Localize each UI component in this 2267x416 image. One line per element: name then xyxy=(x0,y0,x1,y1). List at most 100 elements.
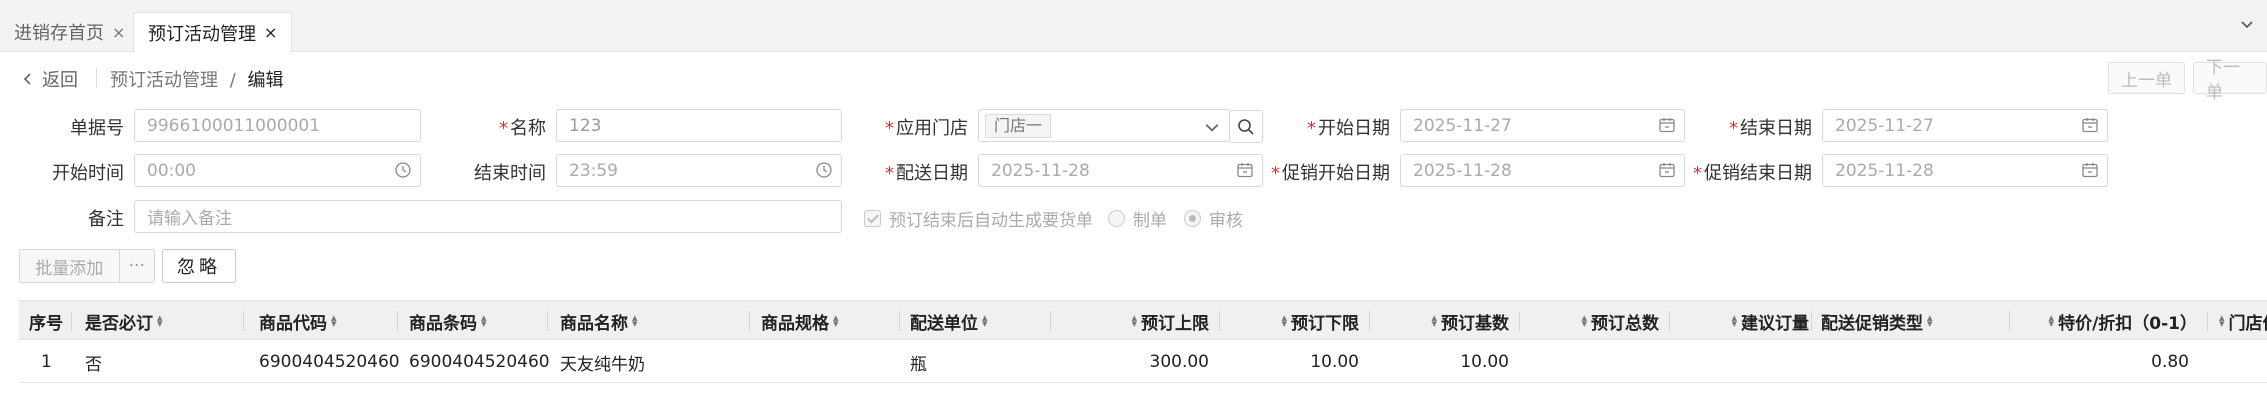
checkbox-checked[interactable] xyxy=(864,210,881,227)
cell-discount[interactable]: 0.80 xyxy=(2017,341,2189,383)
col-discount[interactable]: ▴ ▾ 特价/折扣（0-1） xyxy=(2017,301,2197,341)
col-must-order[interactable]: 是否必订 ▴ ▾ xyxy=(85,301,167,341)
sort-icon: ▴ ▾ xyxy=(1581,311,1587,330)
cell-unit: 瓶 xyxy=(910,354,927,375)
chevron-left-icon xyxy=(23,73,31,85)
calendar-icon xyxy=(1659,163,1675,178)
sort-icon: ▴ ▾ xyxy=(2219,311,2225,330)
col-promo-type[interactable]: 配送促销类型 ▴ ▾ xyxy=(1821,301,1937,341)
radio-draft[interactable]: 制单 xyxy=(1108,206,1167,231)
store-select[interactable]: 门店一 xyxy=(978,109,1230,142)
cell-base[interactable]: 10.00 xyxy=(1377,341,1509,383)
end-date-input[interactable]: 2025-11-27 xyxy=(1822,109,2108,142)
col-product-name[interactable]: 商品名称 ▴ ▾ xyxy=(560,301,642,341)
col-lower[interactable]: ▴ ▾ 预订下限 xyxy=(1227,301,1359,341)
sort-icon: ▴ ▾ xyxy=(632,311,638,330)
sort-icon: ▴ ▾ xyxy=(2048,311,2055,330)
sort-icon: ▴ ▾ xyxy=(1927,311,1933,330)
auto-generate-checkbox[interactable]: 预订结束后自动生成要货单 xyxy=(864,206,1093,231)
col-total[interactable]: ▴ ▾ 预订总数 xyxy=(1527,301,1659,341)
tab-bar: 进销存首页 × 预订活动管理 × xyxy=(0,0,2267,52)
start-date-label: * 开始日期 xyxy=(1307,118,1390,139)
radio-selected-icon[interactable] xyxy=(1184,210,1201,227)
clock-icon xyxy=(395,162,411,178)
start-date-input[interactable]: 2025-11-27 xyxy=(1400,109,1685,142)
cell-upper[interactable]: 300.00 xyxy=(1059,341,1209,383)
chevron-down-icon[interactable] xyxy=(2239,16,2255,36)
col-suggest[interactable]: ▴ ▾ 建议订量 xyxy=(1677,301,1809,341)
col-base[interactable]: ▴ ▾ 预订基数 xyxy=(1377,301,1509,341)
doc-no-label: 单据号 xyxy=(70,118,124,139)
batch-add-button[interactable]: 批量添加 ··· xyxy=(19,249,155,283)
delivery-date-input[interactable]: 2025-11-28 xyxy=(978,154,1263,187)
promo-end-label: * 促销结束日期 xyxy=(1693,163,1812,184)
cell-total xyxy=(1527,341,1659,383)
prev-record-button[interactable]: 上一单 xyxy=(2108,62,2185,94)
chevron-down-icon xyxy=(1205,124,1219,132)
tab-label: 预订活动管理 xyxy=(148,23,256,45)
ignore-button[interactable]: 忽略 xyxy=(162,249,236,283)
table-row[interactable]: 1 否 6900404520460 6900404520460 天友纯牛奶 瓶 … xyxy=(19,341,2267,383)
radio-approve[interactable]: 审核 xyxy=(1184,206,1243,231)
sort-icon: ▴ ▾ xyxy=(982,311,988,330)
sort-icon: ▴ ▾ xyxy=(1131,311,1137,330)
tab-booking-activity[interactable]: 预订活动管理 × xyxy=(133,12,293,52)
end-time-label: 结束时间 xyxy=(474,163,546,184)
sort-icon: ▴ ▾ xyxy=(481,311,487,330)
cell-index: 1 xyxy=(41,352,52,372)
sort-icon: ▴ ▾ xyxy=(1731,311,1737,330)
sort-icon: ▴ ▾ xyxy=(1281,311,1287,330)
doc-no-input[interactable]: 9966100011000001 xyxy=(134,109,421,142)
remark-label: 备注 xyxy=(88,209,124,230)
calendar-icon xyxy=(2082,163,2098,178)
breadcrumb: 预订活动管理 / 编辑 xyxy=(110,66,284,92)
divider xyxy=(96,68,97,88)
clock-icon xyxy=(816,162,832,178)
col-store-price[interactable]: ▴▾门店价 xyxy=(2215,301,2267,341)
table-header: 序号 是否必订 ▴ ▾ 商品代码 ▴ ▾ 商品条码 ▴ ▾ 商品名称 ▴ ▾ 商品规格 ▴ ▾ 配送… xyxy=(19,300,2267,340)
radio-icon[interactable] xyxy=(1108,210,1125,227)
close-icon[interactable]: × xyxy=(264,23,277,42)
name-label: * 名称 xyxy=(499,118,546,139)
col-upper[interactable]: ▴ ▾ 预订上限 xyxy=(1059,301,1209,341)
end-time-input[interactable]: 23:59 xyxy=(556,154,842,187)
tab-inventory-home[interactable]: 进销存首页 × xyxy=(0,12,139,52)
col-barcode[interactable]: 商品条码 ▴ ▾ xyxy=(409,301,491,341)
promo-start-input[interactable]: 2025-11-28 xyxy=(1400,154,1685,187)
name-input[interactable]: 123 xyxy=(556,109,842,142)
cell-product-code: 6900404520460 xyxy=(259,352,400,372)
delivery-date-label: * 配送日期 xyxy=(885,163,968,184)
search-icon xyxy=(1238,118,1254,135)
start-time-label: 开始时间 xyxy=(52,163,124,184)
cell-lower[interactable]: 10.00 xyxy=(1227,341,1359,383)
col-index: 序号 xyxy=(29,313,63,334)
calendar-icon xyxy=(2082,118,2098,133)
promo-end-input[interactable]: 2025-11-28 xyxy=(1822,154,2108,187)
breadcrumb-separator: / xyxy=(229,70,236,91)
tab-label: 进销存首页 xyxy=(14,23,104,44)
cell-must-order[interactable]: 否 xyxy=(85,341,102,383)
store-search-button[interactable] xyxy=(1229,110,1263,143)
promo-start-label: * 促销开始日期 xyxy=(1271,163,1390,184)
remark-input[interactable]: 请输入备注 xyxy=(134,200,842,233)
breadcrumb-parent[interactable]: 预订活动管理 xyxy=(110,70,218,91)
start-time-input[interactable]: 00:00 xyxy=(134,154,421,187)
back-label: 返回 xyxy=(42,70,78,91)
col-unit[interactable]: 配送单位 ▴ ▾ xyxy=(910,301,992,341)
sort-icon: ▴ ▾ xyxy=(331,311,337,330)
store-tag: 门店一 xyxy=(985,113,1052,138)
more-options-button[interactable]: ··· xyxy=(118,250,154,282)
end-date-label: * 结束日期 xyxy=(1729,118,1812,139)
next-record-button[interactable]: 下一单 xyxy=(2193,58,2267,103)
store-label: * 应用门店 xyxy=(885,118,968,139)
close-icon[interactable]: × xyxy=(112,23,125,42)
cell-product-name: 天友纯牛奶 xyxy=(560,354,645,375)
col-spec[interactable]: 商品规格 ▴ ▾ xyxy=(761,301,843,341)
cell-suggest[interactable] xyxy=(1677,341,1809,383)
auto-generate-label: 预订结束后自动生成要货单 xyxy=(889,211,1093,231)
cell-barcode: 6900404520460 xyxy=(409,352,550,372)
calendar-icon xyxy=(1659,118,1675,133)
back-button[interactable]: 返回 xyxy=(22,66,78,92)
sort-icon: ▴ ▾ xyxy=(157,311,163,330)
col-product-code[interactable]: 商品代码 ▴ ▾ xyxy=(259,301,341,341)
